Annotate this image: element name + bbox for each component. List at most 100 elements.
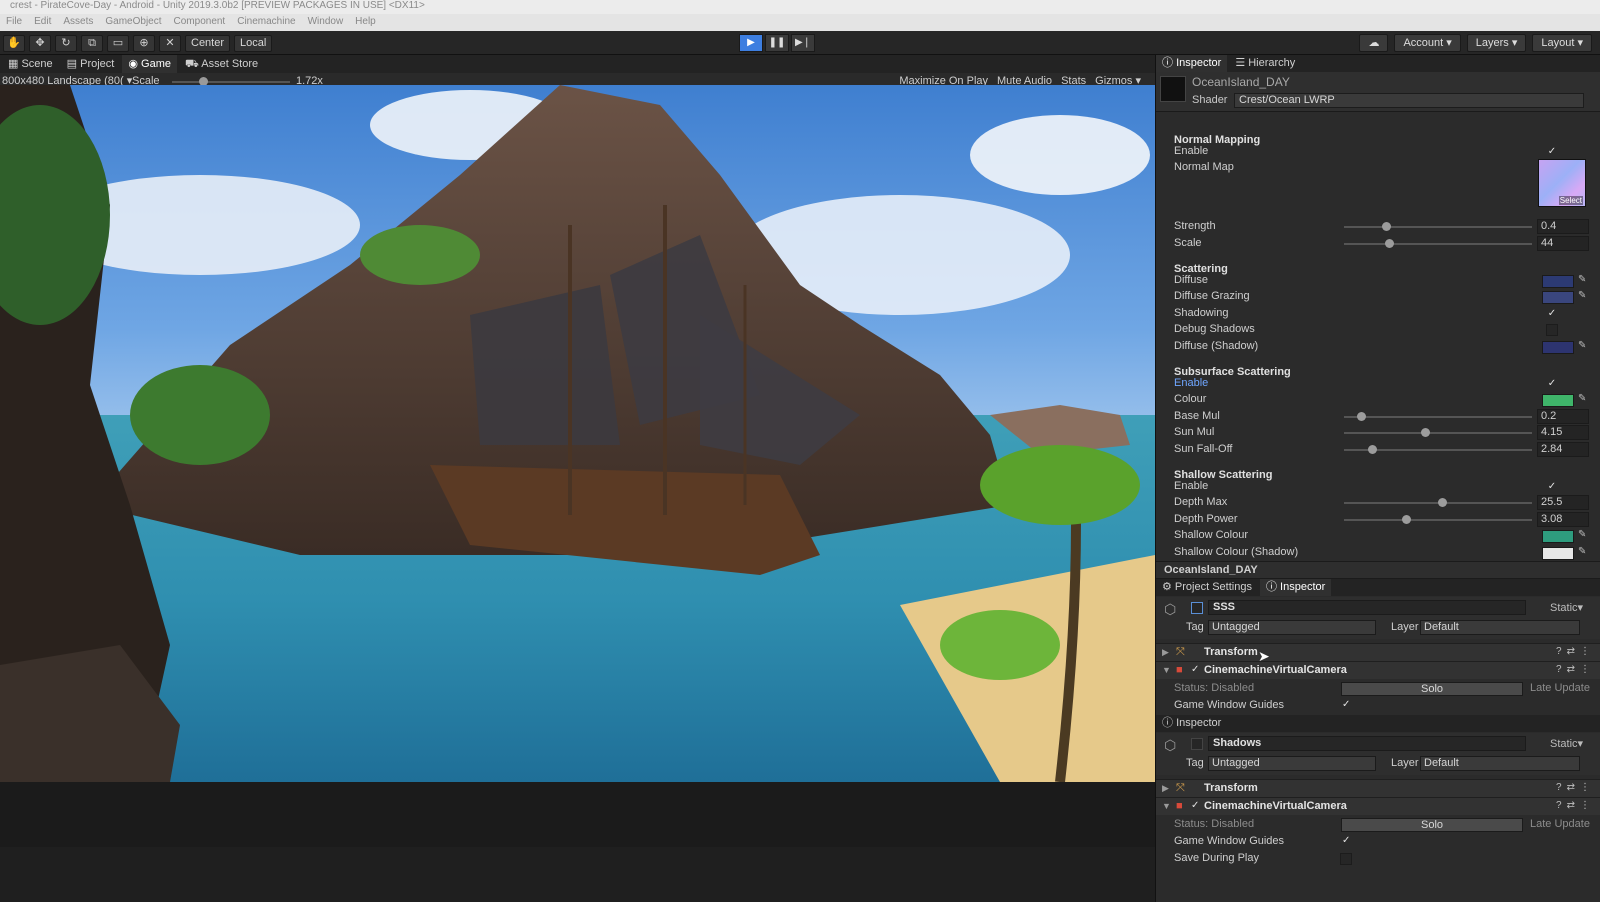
rect-tool-icon[interactable]: ▭ (107, 35, 129, 52)
layer-dropdown[interactable]: Default (1420, 620, 1580, 635)
normal-mapping-enable-checkbox[interactable]: ✓ (1546, 146, 1558, 158)
strength-slider[interactable] (1344, 222, 1532, 231)
depth-max-slider-thumb[interactable] (1438, 498, 1447, 507)
pivot-local-button[interactable]: Local (234, 35, 273, 52)
select-texture-button[interactable]: Select (1558, 196, 1583, 205)
save-during-play-checkbox[interactable] (1340, 853, 1352, 865)
diffuse-shadow-color-swatch[interactable] (1542, 341, 1574, 354)
game-window-guides-checkbox[interactable]: ✓ (1342, 699, 1350, 710)
account-dropdown[interactable]: Account ▾ (1394, 34, 1461, 52)
eyedropper-icon[interactable]: ✎ (1578, 290, 1586, 301)
normal-scale-slider-thumb[interactable] (1385, 239, 1395, 248)
cm-camera-component[interactable]: ▼ ■ ✓ CinemachineVirtualCamera ?⇄⋮ (1156, 661, 1600, 679)
eyedropper-icon[interactable]: ✎ (1578, 393, 1586, 404)
custom-tool-icon[interactable]: ✕ (159, 35, 181, 52)
debug-shadows-checkbox[interactable] (1546, 324, 1558, 336)
component-menu-icons[interactable]: ?⇄⋮ (1556, 800, 1595, 811)
scale-tool-icon[interactable]: ⧉ (81, 35, 103, 52)
tab-game[interactable]: ◉ Game (122, 55, 177, 73)
sun-falloff-field[interactable]: 2.84 (1537, 442, 1589, 457)
move-tool-icon[interactable]: ✥ (29, 35, 51, 52)
component-menu-icons[interactable]: ?⇄⋮ (1556, 646, 1595, 657)
menu-file[interactable]: File (6, 14, 22, 31)
normal-scale-slider[interactable] (1344, 239, 1532, 248)
menu-help[interactable]: Help (355, 14, 376, 31)
eyedropper-icon[interactable]: ✎ (1578, 529, 1586, 540)
tag-dropdown[interactable]: Untagged (1208, 620, 1376, 635)
normal-scale-field[interactable]: 44 (1537, 236, 1589, 251)
depth-power-slider[interactable] (1344, 515, 1532, 524)
pause-button[interactable]: ❚❚ (765, 34, 789, 52)
eyedropper-icon[interactable]: ✎ (1578, 274, 1586, 285)
transform-component[interactable]: ▶ ⤧ Transform ?⇄⋮ (1156, 643, 1600, 661)
component-enabled-checkbox[interactable]: ✓ (1191, 800, 1199, 811)
menu-window[interactable]: Window (308, 14, 344, 31)
sun-mul-slider-thumb[interactable] (1421, 428, 1431, 437)
shallow-colour-swatch[interactable] (1542, 530, 1574, 543)
static-dropdown[interactable]: Static▾ (1550, 737, 1583, 750)
tab-inspector-3[interactable]: ⓘ Inspector (1156, 715, 1227, 732)
expand-arrow-icon[interactable]: ▶ (1162, 783, 1169, 794)
layer-dropdown[interactable]: Default (1420, 756, 1580, 771)
normal-map-texture[interactable]: Select (1538, 159, 1586, 207)
base-mul-slider-thumb[interactable] (1357, 412, 1367, 421)
scale-slider[interactable] (172, 77, 290, 86)
depth-power-slider-thumb[interactable] (1402, 515, 1412, 524)
transform-tool-icon[interactable]: ⊕ (133, 35, 155, 52)
game-window-guides-checkbox[interactable]: ✓ (1342, 835, 1350, 846)
base-mul-slider[interactable] (1344, 412, 1532, 421)
active-checkbox[interactable] (1191, 738, 1203, 750)
shallow-colour-shadow-swatch[interactable] (1542, 547, 1574, 560)
layers-dropdown[interactable]: Layers ▾ (1466, 34, 1527, 52)
tag-dropdown[interactable]: Untagged (1208, 756, 1376, 771)
strength-slider-thumb[interactable] (1381, 222, 1391, 231)
diffuse-color-swatch[interactable] (1542, 275, 1574, 288)
menu-gameobject[interactable]: GameObject (105, 14, 161, 31)
eyedropper-icon[interactable]: ✎ (1578, 340, 1586, 351)
tab-project[interactable]: ▤ Project (61, 55, 121, 73)
layout-dropdown[interactable]: Layout ▾ (1532, 34, 1592, 52)
transform-component[interactable]: ▶ ⤧ Transform ?⇄⋮ (1156, 779, 1600, 797)
pivot-center-button[interactable]: Center (185, 35, 231, 52)
tab-asset-store[interactable]: ⛟ Asset Store (179, 55, 264, 73)
expand-arrow-icon[interactable]: ▼ (1162, 801, 1171, 811)
menu-edit[interactable]: Edit (34, 14, 51, 31)
sun-falloff-slider-thumb[interactable] (1368, 445, 1378, 454)
component-enabled-checkbox[interactable]: ✓ (1191, 664, 1199, 675)
expand-arrow-icon[interactable]: ▶ (1162, 647, 1169, 658)
play-button[interactable]: ▶ (739, 34, 763, 52)
menu-assets[interactable]: Assets (63, 14, 93, 31)
component-menu-icons[interactable]: ?⇄⋮ (1556, 782, 1595, 793)
object-name-field[interactable]: SSS (1208, 600, 1526, 615)
shadowing-checkbox[interactable]: ✓ (1546, 308, 1558, 320)
sun-falloff-slider[interactable] (1344, 445, 1532, 454)
hand-tool-icon[interactable]: ✋ (3, 35, 25, 52)
tab-scene[interactable]: ▦ Scene (2, 55, 59, 73)
depth-max-field[interactable]: 25.5 (1537, 495, 1589, 510)
solo-button[interactable]: Solo (1341, 818, 1523, 832)
strength-field[interactable]: 0.4 (1537, 219, 1589, 234)
depth-max-slider[interactable] (1344, 498, 1532, 507)
base-mul-field[interactable]: 0.2 (1537, 409, 1589, 424)
expand-arrow-icon[interactable]: ▼ (1162, 665, 1171, 675)
subsurface-enable-checkbox[interactable]: ✓ (1546, 378, 1558, 390)
static-dropdown[interactable]: Static▾ (1550, 601, 1583, 614)
subsurface-colour-swatch[interactable] (1542, 394, 1574, 407)
eyedropper-icon[interactable]: ✎ (1578, 546, 1586, 557)
tab-project-settings[interactable]: ⚙ Project Settings (1156, 579, 1258, 596)
cloud-icon[interactable]: ☁ (1359, 34, 1389, 52)
object-name-field[interactable]: Shadows (1208, 736, 1526, 751)
component-menu-icons[interactable]: ?⇄⋮ (1556, 664, 1595, 675)
tab-inspector-2[interactable]: ⓘ Inspector (1259, 579, 1332, 596)
game-view[interactable] (0, 85, 1155, 782)
shallow-enable-checkbox[interactable]: ✓ (1546, 481, 1558, 493)
menu-cinemachine[interactable]: Cinemachine (237, 14, 295, 31)
menu-component[interactable]: Component (174, 14, 226, 31)
active-checkbox[interactable] (1191, 602, 1203, 614)
sun-mul-field[interactable]: 4.15 (1537, 425, 1589, 440)
solo-button[interactable]: Solo (1341, 682, 1523, 696)
depth-power-field[interactable]: 3.08 (1537, 512, 1589, 527)
diffuse-grazing-color-swatch[interactable] (1542, 291, 1574, 304)
cm-camera-component[interactable]: ▼ ■ ✓ CinemachineVirtualCamera ?⇄⋮ (1156, 797, 1600, 815)
sun-mul-slider[interactable] (1344, 428, 1532, 437)
